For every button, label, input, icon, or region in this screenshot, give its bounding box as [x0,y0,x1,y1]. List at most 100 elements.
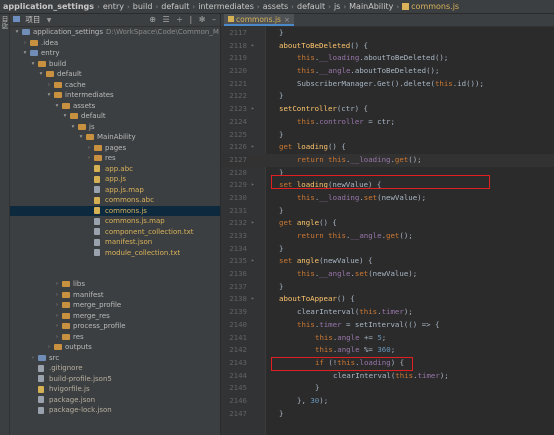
tree-item[interactable]: ▾ entry [10,48,220,59]
code-line[interactable]: 2140 this.timer = setInterval(() => { [221,319,554,332]
breadcrumb-item[interactable]: js [334,2,340,11]
tree-item[interactable]: app.js.map [10,185,220,196]
collapse-arrow-icon[interactable]: › [46,80,52,91]
fold-marker-icon[interactable]: ▸ [251,141,255,154]
collapse-arrow-icon[interactable]: › [54,321,60,332]
code-line[interactable]: 2147} [221,408,554,421]
code-line[interactable]: 2124 this.controller = ctr; [221,116,554,129]
close-icon[interactable]: × [284,16,290,24]
code-line[interactable]: 2127 return this.__loading.get(); [221,153,554,167]
tree-item[interactable]: › .idea [10,38,220,49]
fold-marker-icon[interactable]: ▸ [251,103,255,116]
tree-item[interactable]: › res [10,332,220,343]
collapse-arrow-icon[interactable]: › [54,332,60,343]
code-line[interactable]: 2123 ▸ setController(ctr) { [221,103,554,116]
tree-item[interactable]: ▾ MainAbility [10,132,220,143]
tree-item[interactable]: › pages [10,143,220,154]
tree-item[interactable]: build-profile.json5 [10,374,220,385]
breadcrumb-item[interactable]: build [133,2,153,11]
collapse-arrow-icon[interactable]: › [46,342,52,353]
breadcrumb-item[interactable]: assets [263,2,288,11]
tree-item[interactable]: app.abc [10,164,220,175]
breadcrumb-item[interactable]: commons.js [411,2,459,11]
tree-item[interactable]: commons.js.map [10,216,220,227]
tree-item[interactable]: › manifest [10,290,220,301]
tree-item[interactable]: ▾ intermediates [10,90,220,101]
tree-item[interactable]: package.json [10,395,220,406]
code-line[interactable]: 2141 this.angle += 5; [221,332,554,345]
fold-marker-icon[interactable]: ▸ [251,293,255,306]
tree-item[interactable]: › outputs [10,342,220,353]
tree-item[interactable]: › libs [10,279,220,290]
expand-arrow-icon[interactable]: ▾ [70,122,76,133]
tree-item[interactable]: › res [10,153,220,164]
tree-item[interactable]: commons.abc [10,195,220,206]
code-line[interactable]: 2145} [221,382,554,395]
code-lines[interactable]: 2117} 2118 ▸ aboutToBeDeleted() {2119 this._… [221,27,554,420]
tree-item[interactable]: app.js [10,174,220,185]
expand-arrow-icon[interactable]: ▾ [38,69,44,80]
fold-marker-icon[interactable]: ▸ [251,179,255,192]
code-line[interactable]: 2129 ▸ set loading(newValue) { [221,179,554,192]
code-line[interactable]: 2146}, 30); [221,395,554,408]
tree-item[interactable]: ▾ js [10,122,220,133]
chevron-down-icon[interactable]: ▼ [47,17,52,24]
tree-item[interactable]: › process_profile [10,321,220,332]
tree-item[interactable]: › cache [10,80,220,91]
tree-item[interactable]: commons.js [10,205,220,216]
code-line[interactable]: 2121 SubscriberManager.Get().delete(this.… [221,78,554,91]
tree-item[interactable]: › merge_res [10,311,220,322]
tree-item[interactable]: ▾ build [10,59,220,70]
project-view-selector[interactable]: 项目 [25,15,40,24]
collapse-arrow-icon[interactable]: › [54,290,60,301]
breadcrumb-item[interactable]: intermediates [198,2,254,11]
code-line[interactable]: 2128} [221,167,554,180]
tree-item[interactable]: › merge_profile [10,300,220,311]
collapse-arrow-icon[interactable]: › [30,353,36,364]
expand-arrow-icon[interactable]: ▾ [14,27,20,38]
code-line[interactable]: 2130 this.__loading.set(newValue); [221,192,554,205]
tree-item[interactable]: component_collection.txt [10,227,220,238]
tree-item[interactable]: module_collection.txt [10,248,220,259]
tree-item[interactable]: ▾ default [10,111,220,122]
tree-item[interactable]: hvigorfile.js [10,384,220,395]
tab-commons-js[interactable]: commons.js × [224,14,294,26]
code-line[interactable]: 2143 if (!this.loading) { [221,357,554,370]
expand-arrow-icon[interactable]: ▾ [54,101,60,112]
code-line[interactable]: 2131} [221,205,554,218]
breadcrumb-item[interactable]: MainAbility [349,2,393,11]
tree-item[interactable]: ▾ assets [10,101,220,112]
code-line[interactable]: 2120 this.__angle.aboutToBeDeleted(); [221,65,554,78]
code-line[interactable]: 2125} [221,129,554,142]
collapse-arrow-icon[interactable]: › [22,38,28,49]
collapse-arrow-icon[interactable]: › [86,143,92,154]
breadcrumb-item[interactable]: default [297,2,325,11]
code-line[interactable]: 2118 ▸ aboutToBeDeleted() { [221,40,554,53]
code-line[interactable]: 2126 ▸ get loading() { [221,141,554,154]
expand-arrow-icon[interactable]: ▾ [30,59,36,70]
fold-marker-icon[interactable]: ▸ [251,217,255,230]
breadcrumb-item[interactable]: default [161,2,189,11]
expand-arrow-icon[interactable]: ▾ [62,111,68,122]
code-line[interactable]: 2142 this.angle %= 360; [221,344,554,357]
code-line[interactable]: 2122} [221,90,554,103]
code-line[interactable]: 2136 this.__angle.set(newValue); [221,268,554,281]
expand-arrow-icon[interactable]: ▾ [78,132,84,143]
code-line[interactable]: 2135 ▸ set angle(newValue) { [221,255,554,268]
expand-arrow-icon[interactable]: ▾ [22,48,28,59]
project-toolbar-icons[interactable]: ⊕ ☰ ÷ | ✻ – [149,14,218,26]
fold-marker-icon[interactable]: ▸ [251,40,255,53]
code-line[interactable]: 2137} [221,281,554,294]
collapse-arrow-icon[interactable]: › [54,279,60,290]
tree-item[interactable]: package-lock.json [10,405,220,416]
breadcrumb-item[interactable]: application_settings [0,2,94,11]
expand-arrow-icon[interactable]: ▾ [46,90,52,101]
tree-item[interactable]: ▾ application_settings D:\WorkSpace\Code\C… [10,27,220,38]
collapse-arrow-icon[interactable]: › [54,311,60,322]
tree-item[interactable]: manifest.json [10,237,220,248]
code-line[interactable]: 2138 ▸ aboutToAppear() { [221,293,554,306]
code-line[interactable]: 2119 this.__loading.aboutToBeDeleted(); [221,52,554,65]
code-line[interactable]: 2133 return this.__angle.get(); [221,230,554,243]
fold-marker-icon[interactable]: ▸ [251,255,255,268]
breadcrumb-item[interactable]: entry [103,2,124,11]
